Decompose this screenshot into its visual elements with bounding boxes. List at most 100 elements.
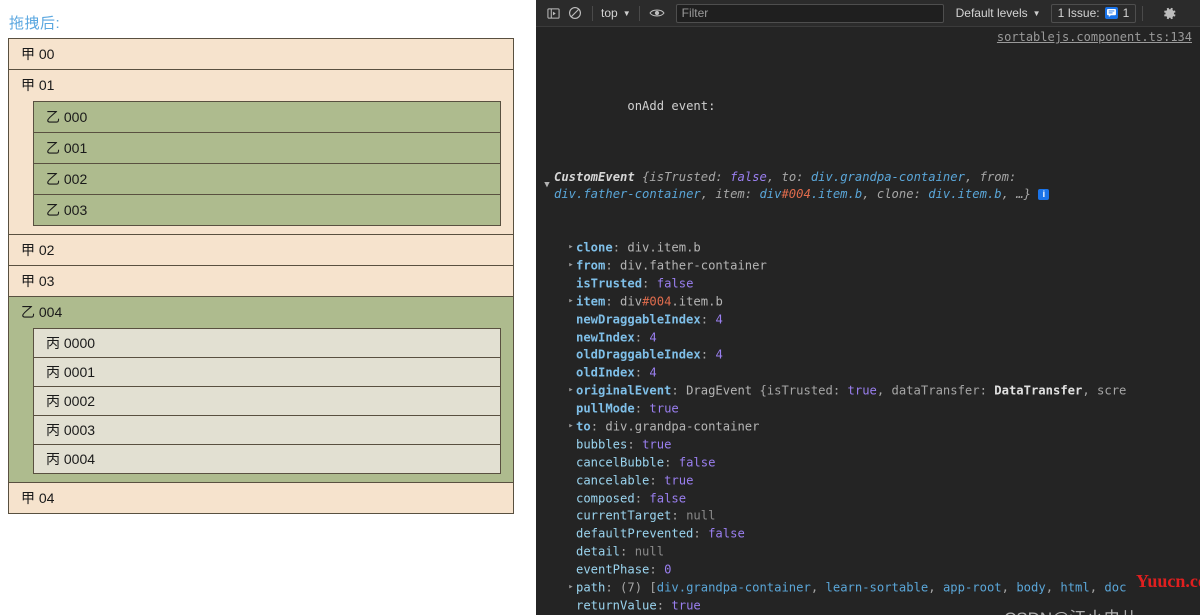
sortable-item-c[interactable]: 丙 0002 [34, 387, 500, 416]
info-icon[interactable]: i [1038, 189, 1050, 201]
expand-triangle-icon[interactable]: ▸ [566, 293, 576, 311]
page-title: 拖拽后: [9, 15, 61, 32]
property-value-token: div [620, 294, 643, 309]
property-name: cancelable [576, 473, 650, 487]
object-property-row[interactable]: ▸ clone: div.item.b [554, 239, 1192, 257]
property-name: from [576, 258, 606, 273]
expand-triangle-icon[interactable]: ▸ [566, 382, 576, 400]
property-value-token: DataTransfer [994, 383, 1083, 398]
property-colon: : [627, 437, 643, 452]
expand-triangle-icon[interactable]: ▸ [566, 579, 576, 597]
sortable-item-c[interactable]: 丙 0001 [34, 358, 500, 387]
sortable-item-label: 丙 0000 [46, 335, 96, 351]
sortable-item-b[interactable]: 乙 003 [34, 195, 500, 225]
preview-token: {isTrusted: [642, 169, 731, 184]
sortable-item-a[interactable]: 甲 03 [9, 266, 513, 297]
triangle-spacer: ▸ [566, 490, 576, 508]
property-colon: : [634, 365, 650, 380]
issues-badge[interactable]: 1 Issue: 1 [1050, 3, 1137, 23]
property-value-token: doc [1104, 580, 1127, 595]
property-value-token: , [1001, 580, 1017, 595]
expand-triangle-open-icon[interactable]: ▼ [542, 177, 552, 195]
clear-console-icon[interactable] [564, 3, 586, 23]
expand-triangle-icon[interactable]: ▸ [566, 239, 576, 257]
preview-token: div.item.b [928, 187, 1002, 202]
property-name: currentTarget [576, 508, 672, 523]
sortable-item-a[interactable]: 甲 02 [9, 235, 513, 266]
object-preview-line-1: ▼ CustomEvent {isTrusted: false, to: div.… [544, 169, 1192, 190]
sortable-item-label: 丙 0003 [46, 422, 96, 438]
sortable-item-label: 甲 04 [21, 490, 55, 506]
log-levels-selector[interactable]: Default levels ▼ [956, 6, 1041, 20]
screenshot-root: 拖拽后: 甲 00 甲 01 乙 000 乙 001 乙 002 乙 003 甲 02 甲 0… [0, 0, 1200, 615]
sidebar-panel-icon[interactable] [542, 3, 564, 23]
preview-token: , clone: [862, 187, 929, 202]
object-property-row: ▸newDraggableIndex: 4 [554, 311, 1192, 329]
property-name: isTrusted [576, 276, 643, 291]
object-class-name: CustomEvent [554, 169, 643, 184]
property-colon: : [634, 329, 650, 344]
property-value-token: , [928, 580, 943, 595]
expand-triangle-icon[interactable]: ▸ [566, 257, 576, 275]
sortable-item-label: 甲 03 [21, 273, 55, 289]
property-value-token: false [656, 276, 694, 291]
property-colon: : [700, 311, 716, 326]
property-name: item [576, 294, 606, 309]
preview-token: false [730, 169, 767, 184]
execution-context-selector[interactable]: top ▼ [599, 6, 633, 20]
object-property-row[interactable]: ▸ item: div#004.item.b [554, 293, 1192, 311]
property-name: returnValue [576, 598, 657, 613]
triangle-spacer: ▸ [566, 472, 576, 490]
eye-icon[interactable] [646, 3, 668, 23]
sortable-item-b[interactable]: 乙 000 [34, 102, 500, 133]
object-property-row[interactable]: ▸ to: div.grandpa-container [554, 418, 1192, 436]
console-entry-onadd[interactable]: sortablejs.component.ts:134 onAdd event:… [536, 27, 1200, 615]
property-value-token: true [671, 598, 701, 613]
sortable-item-c[interactable]: 丙 0003 [34, 416, 500, 445]
sortable-item-b[interactable]: 乙 001 [34, 133, 500, 164]
property-name: oldDraggableIndex [576, 347, 701, 362]
object-preview[interactable]: ▼ CustomEvent {isTrusted: false, to: div.… [544, 169, 1192, 204]
toolbar-divider-2 [638, 5, 640, 21]
preview-token: #004 [781, 187, 811, 202]
expand-triangle-icon[interactable]: ▸ [566, 418, 576, 436]
son-container[interactable]: 丙 0000 丙 0001 丙 0002 丙 0003 丙 0004 [33, 328, 501, 474]
triangle-spacer: ▸ [566, 400, 576, 418]
object-property-row[interactable]: ▸ path: (7) [div.grandpa-container, learn… [554, 579, 1192, 597]
property-value-token: learn-sortable [825, 580, 929, 595]
object-property-row: ▸oldDraggableIndex: 4 [554, 346, 1192, 364]
object-property-row[interactable]: ▸ originalEvent: DragEvent {isTrusted: tr… [554, 382, 1192, 400]
gear-icon[interactable] [1158, 3, 1180, 23]
property-name: originalEvent [576, 383, 672, 398]
property-value-token: div.grandpa-container [605, 419, 760, 434]
property-value-token: (7) [ [620, 580, 657, 595]
grandpa-container[interactable]: 甲 00 甲 01 乙 000 乙 001 乙 002 乙 003 甲 02 甲 03 乙 00… [8, 38, 514, 514]
sortable-item-a[interactable]: 甲 04 [9, 483, 513, 513]
sortable-item-b[interactable]: 乙 002 [34, 164, 500, 195]
property-value-token: null [686, 508, 716, 523]
sortable-item-c[interactable]: 丙 0004 [34, 445, 500, 473]
sortable-item-label: 丙 0002 [46, 393, 96, 409]
sortable-item-label: 乙 002 [46, 171, 88, 187]
console-message-list[interactable]: sortablejs.component.ts:134 onAdd event:… [536, 27, 1200, 615]
property-value-token: DragEvent [686, 383, 760, 398]
triangle-spacer: ▸ [566, 311, 576, 329]
sortable-item-a[interactable]: 甲 01 乙 000 乙 001 乙 002 乙 003 [9, 70, 513, 235]
property-name: newIndex [576, 329, 635, 344]
property-colon: : [605, 258, 621, 273]
message-issue-icon [1104, 7, 1118, 19]
sortable-item-a[interactable]: 甲 00 [9, 39, 513, 70]
object-property-row[interactable]: ▸ from: div.father-container [554, 257, 1192, 275]
sortable-item-b[interactable]: 乙 004 丙 0000 丙 0001 丙 0002 丙 0003 丙 0004 [9, 297, 513, 483]
sortable-item-c[interactable]: 丙 0000 [34, 329, 500, 358]
property-value-token: div.item.b [627, 240, 701, 255]
triangle-spacer: ▸ [566, 525, 576, 543]
preview-token: div.father-container [554, 187, 701, 202]
father-container[interactable]: 乙 000 乙 001 乙 002 乙 003 [33, 101, 501, 226]
property-value-token: true [642, 437, 672, 452]
property-value-token: 0 [664, 562, 672, 577]
sortable-item-label: 乙 003 [46, 202, 88, 218]
source-link[interactable]: sortablejs.component.ts:134 [997, 29, 1192, 47]
console-filter-input[interactable] [675, 3, 944, 23]
triangle-spacer: ▸ [566, 275, 576, 293]
